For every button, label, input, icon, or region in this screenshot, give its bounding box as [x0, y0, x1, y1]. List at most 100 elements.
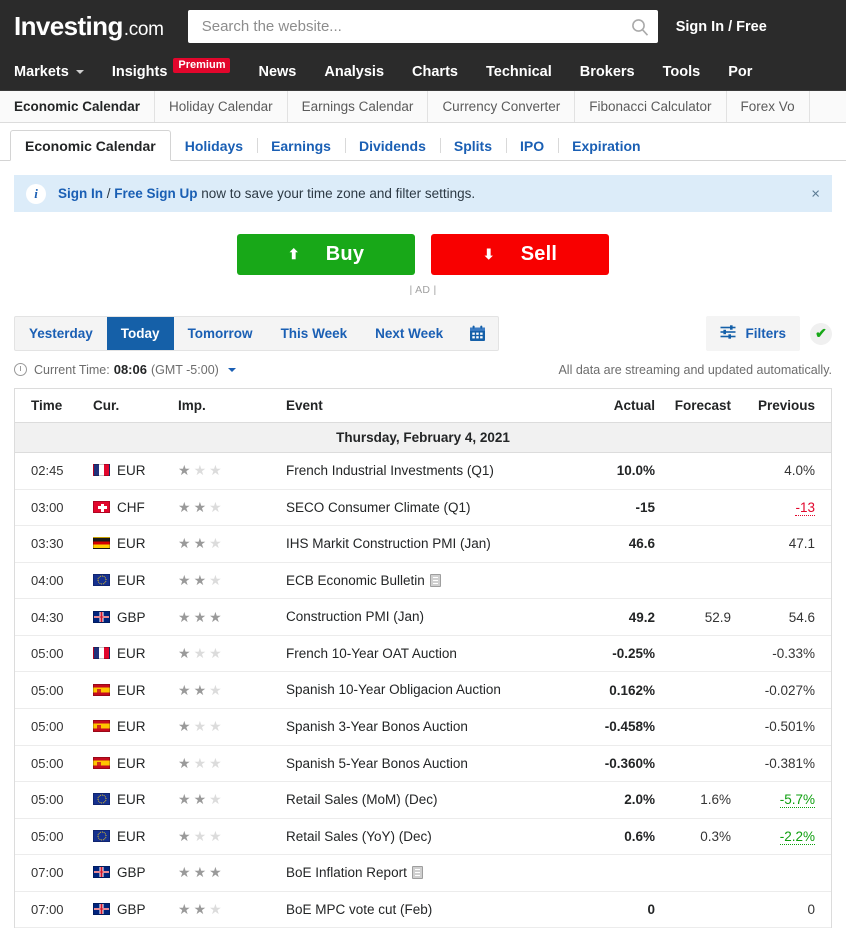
nav-item-brokers[interactable]: Brokers	[566, 53, 649, 90]
nav-item-analysis[interactable]: Analysis	[310, 53, 398, 90]
importance-stars: ★ ★ ★	[178, 683, 222, 697]
buy-button[interactable]: ⬆ Buy	[237, 234, 415, 275]
table-row[interactable]: 04:00 EUR ★ ★ ★ ECB Economic Bulletin	[15, 562, 831, 600]
cell-time: 05:00	[15, 708, 93, 746]
tab-dividends[interactable]: Dividends	[344, 131, 440, 160]
sign-in-link[interactable]: Sign In / Free	[676, 19, 767, 35]
streaming-note: All data are streaming and updated autom…	[558, 362, 832, 377]
column-header-importance[interactable]: Imp.	[178, 389, 278, 423]
table-row[interactable]: 07:00 GBP ★ ★ ★ BoE Inflation Report	[15, 854, 831, 892]
previous-value: -0.381%	[764, 755, 815, 771]
cell-importance[interactable]: ★ ★ ★	[178, 745, 278, 783]
nav-item-insights[interactable]: Insights Premium	[98, 53, 245, 90]
nav-item-technical[interactable]: Technical	[472, 53, 566, 90]
nav-item-news[interactable]: News	[244, 53, 310, 90]
cell-event[interactable]: SECO Consumer Climate (Q1)	[278, 489, 589, 527]
cell-actual: -0.360%	[589, 745, 661, 783]
document-icon[interactable]	[411, 866, 423, 880]
cell-event[interactable]: Retail Sales (MoM) (Dec)	[278, 781, 589, 819]
cell-event[interactable]: French Industrial Investments (Q1)	[278, 452, 589, 490]
previous-value[interactable]: -2.2%	[779, 828, 815, 845]
table-row[interactable]: 05:00 EUR ★ ★ ★ French 10-Year OAT Auction -0.…	[15, 635, 831, 673]
cell-importance[interactable]: ★ ★ ★	[178, 598, 278, 636]
table-row[interactable]: 05:00 EUR ★ ★ ★ Retail Sales (YoY) (Dec) 0.6% 0…	[15, 818, 831, 856]
cell-event[interactable]: Spanish 5-Year Bonos Auction	[278, 745, 589, 783]
tab-holidays[interactable]: Holidays	[171, 131, 257, 160]
cell-previous: -5.7%	[739, 781, 831, 819]
calendar-icon[interactable]	[457, 317, 498, 350]
cell-importance[interactable]: ★ ★ ★	[178, 671, 278, 709]
tab-earnings[interactable]: Earnings	[257, 131, 345, 160]
cell-importance[interactable]: ★ ★ ★	[178, 562, 278, 600]
sell-button[interactable]: ⬇ Sell	[431, 234, 609, 275]
cell-importance[interactable]: ★ ★ ★	[178, 452, 278, 490]
table-row[interactable]: 03:00 CHF ★ ★ ★ SECO Consumer Climate (Q1) -15…	[15, 489, 831, 527]
table-row[interactable]: 05:00 EUR ★ ★ ★ Spanish 5-Year Bonos Auction -…	[15, 745, 831, 783]
search-icon[interactable]	[630, 17, 650, 37]
day-tomorrow[interactable]: Tomorrow	[174, 317, 267, 350]
site-logo[interactable]: Investing .com	[14, 11, 164, 42]
column-header-currency[interactable]: Cur.	[93, 389, 178, 423]
column-header-event[interactable]: Event	[278, 389, 589, 423]
day-next-week[interactable]: Next Week	[361, 317, 457, 350]
column-header-previous[interactable]: Previous	[739, 389, 831, 423]
cell-event[interactable]: Spanish 3-Year Bonos Auction	[278, 708, 589, 746]
column-header-actual[interactable]: Actual	[589, 389, 661, 423]
search-box[interactable]	[187, 10, 658, 43]
day-today[interactable]: Today	[106, 317, 174, 350]
filters-button[interactable]: Filters	[706, 316, 800, 351]
subnav-item-earnings-calendar[interactable]: Earnings Calendar	[288, 91, 429, 122]
cell-importance[interactable]: ★ ★ ★	[178, 489, 278, 527]
cell-importance[interactable]: ★ ★ ★	[178, 635, 278, 673]
tab-splits[interactable]: Splits	[439, 131, 506, 160]
cell-importance[interactable]: ★ ★ ★	[178, 708, 278, 746]
tab-ipo[interactable]: IPO	[506, 131, 558, 160]
cell-event[interactable]: Retail Sales (YoY) (Dec)	[278, 818, 589, 856]
notice-signin-link[interactable]: Sign In	[58, 186, 103, 201]
cell-event[interactable]: Spanish 10-Year Obligacion Auction	[278, 671, 589, 709]
check-icon[interactable]: ✔	[810, 322, 832, 345]
cell-forecast: 0.3%	[661, 818, 739, 856]
subnav-item-currency-converter[interactable]: Currency Converter	[428, 91, 576, 122]
close-icon[interactable]: ×	[811, 185, 820, 202]
nav-item-markets[interactable]: Markets	[14, 53, 98, 90]
cell-importance[interactable]: ★ ★ ★	[178, 854, 278, 892]
day-yesterday[interactable]: Yesterday	[15, 317, 107, 350]
table-row[interactable]: 07:00 GBP ★ ★ ★ BoE MPC vote cut (Feb) 0 0	[15, 891, 831, 929]
subnav-item-economic-calendar[interactable]: Economic Calendar	[0, 91, 156, 122]
cell-importance[interactable]: ★ ★ ★	[178, 818, 278, 856]
cell-importance[interactable]: ★ ★ ★	[178, 525, 278, 563]
table-row[interactable]: 03:30 EUR ★ ★ ★ IHS Markit Construction PMI (…	[15, 525, 831, 563]
previous-value[interactable]: -5.7%	[779, 792, 815, 809]
table-row[interactable]: 04:30 GBP ★ ★ ★ Construction PMI (Jan) 49.2 52.…	[15, 598, 831, 636]
subnav-item-fibonacci-calculator[interactable]: Fibonacci Calculator	[575, 91, 727, 122]
cell-importance[interactable]: ★ ★ ★	[178, 891, 278, 929]
table-row[interactable]: 02:45 EUR ★ ★ ★ French Industrial Investments…	[15, 452, 831, 490]
nav-item-tools[interactable]: Tools	[649, 53, 715, 90]
notice-signup-link[interactable]: Free Sign Up	[114, 186, 197, 201]
search-input[interactable]	[199, 10, 630, 43]
cell-importance[interactable]: ★ ★ ★	[178, 781, 278, 819]
cell-event[interactable]: BoE Inflation Report	[278, 854, 589, 892]
table-row[interactable]: 05:00 EUR ★ ★ ★ Spanish 10-Year Obligacion Au…	[15, 671, 831, 709]
cell-event[interactable]: ECB Economic Bulletin	[278, 562, 589, 600]
cell-event[interactable]: French 10-Year OAT Auction	[278, 635, 589, 673]
column-header-forecast[interactable]: Forecast	[661, 389, 739, 423]
previous-value[interactable]: -13	[795, 499, 815, 516]
table-row[interactable]: 05:00 EUR ★ ★ ★ Spanish 3-Year Bonos Auction -…	[15, 708, 831, 746]
subnav-item-holiday-calendar[interactable]: Holiday Calendar	[155, 91, 288, 122]
day-this-week[interactable]: This Week	[267, 317, 362, 350]
document-icon[interactable]	[429, 573, 441, 587]
cell-event[interactable]: Construction PMI (Jan)	[278, 598, 589, 636]
cell-event[interactable]: BoE MPC vote cut (Feb)	[278, 891, 589, 929]
nav-item-portfolio[interactable]: Por	[714, 53, 766, 90]
subnav-item-forex-volatility[interactable]: Forex Vo	[727, 91, 810, 122]
tab-expiration[interactable]: Expiration	[558, 131, 654, 160]
tab-economic-calendar[interactable]: Economic Calendar	[10, 130, 171, 161]
chevron-down-icon[interactable]	[227, 367, 236, 372]
nav-item-charts[interactable]: Charts	[398, 53, 472, 90]
column-header-time[interactable]: Time	[15, 389, 93, 423]
current-time-group[interactable]: Current Time: 08:06 (GMT -5:00)	[14, 362, 236, 377]
table-row[interactable]: 05:00 EUR ★ ★ ★ Retail Sales (MoM) (Dec) 2.0% 1…	[15, 781, 831, 819]
cell-event[interactable]: IHS Markit Construction PMI (Jan)	[278, 525, 589, 563]
